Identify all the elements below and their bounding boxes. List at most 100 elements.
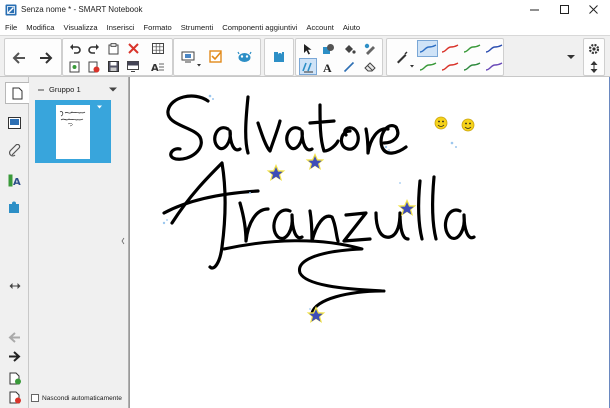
toolbar-more-button[interactable] xyxy=(565,48,577,65)
next-page-button[interactable] xyxy=(37,49,55,66)
delete-button[interactable] xyxy=(124,40,142,57)
menu-file[interactable]: File xyxy=(5,23,17,32)
tab-attachments[interactable] xyxy=(4,139,25,161)
toggle-sidebar-side-button[interactable] xyxy=(4,275,25,297)
activity-builder-button[interactable] xyxy=(207,48,225,65)
maximize-icon xyxy=(560,5,569,14)
menu-componenti-aggiuntivi[interactable]: Componenti aggiuntivi xyxy=(222,23,297,32)
autohide-checkbox[interactable] xyxy=(31,394,39,402)
pen-style-1[interactable] xyxy=(417,40,438,57)
edit-group: A xyxy=(62,38,173,76)
pen-style-8[interactable] xyxy=(483,58,504,75)
redo-button[interactable] xyxy=(85,40,103,57)
pen-style-2[interactable] xyxy=(439,40,460,57)
autohide-option[interactable]: Nascondi automaticamente xyxy=(31,394,122,402)
panel-resize-handle[interactable] xyxy=(121,237,125,245)
close-button[interactable] xyxy=(580,0,608,20)
sidebar-tab-bar: A xyxy=(0,77,29,408)
pen-style-6[interactable] xyxy=(439,58,460,75)
add-ons-button[interactable] xyxy=(235,48,253,65)
pen-style-7[interactable] xyxy=(461,58,482,75)
pens-tool-button[interactable] xyxy=(361,40,379,57)
shapes-tool-button[interactable] xyxy=(319,40,337,57)
add-page-icon xyxy=(9,372,21,384)
tab-gallery[interactable] xyxy=(4,112,25,134)
pen-tool-button[interactable] xyxy=(299,58,317,75)
move-toolbar-icon xyxy=(590,60,598,73)
page-group-label: Gruppo 1 xyxy=(49,85,81,94)
delete-page-button[interactable] xyxy=(85,58,103,75)
insert-table-button[interactable] xyxy=(149,40,167,57)
menu-aiuto[interactable]: Aiuto xyxy=(343,23,360,32)
previous-page-button[interactable] xyxy=(10,49,28,66)
save-button[interactable] xyxy=(104,58,122,75)
main-toolbar: A A xyxy=(0,35,610,77)
sparkle-dots xyxy=(162,94,457,310)
select-tool-button[interactable] xyxy=(299,40,317,57)
line-icon xyxy=(343,61,355,72)
group-collapse-icon[interactable] xyxy=(38,88,44,92)
blue-pen-stroke-icon xyxy=(485,43,502,53)
pen-tool-icon xyxy=(302,62,313,72)
delete-page-icon xyxy=(9,391,21,403)
whiteboard-canvas[interactable] xyxy=(129,77,610,408)
fill-tool-button[interactable] xyxy=(340,40,358,57)
menu-formato[interactable]: Formato xyxy=(143,23,171,32)
back-arrow-icon xyxy=(8,331,20,343)
customize-toolbar-button[interactable] xyxy=(585,40,603,57)
menu-strumenti[interactable]: Strumenti xyxy=(181,23,214,32)
delete-icon xyxy=(127,43,139,54)
minimize-button[interactable] xyxy=(521,0,549,20)
line-tool-button[interactable] xyxy=(340,58,358,75)
tab-add-ons[interactable] xyxy=(4,196,25,218)
chevron-down-icon[interactable] xyxy=(109,87,117,92)
page-thumbnail-selected[interactable] xyxy=(35,100,111,163)
chevron-down-icon xyxy=(197,64,201,67)
menu-inserisci[interactable]: Inserisci xyxy=(107,23,135,32)
menu-account[interactable]: Account xyxy=(306,23,333,32)
pen-style-4[interactable] xyxy=(483,40,504,57)
handwriting-aranzulla[interactable] xyxy=(162,161,476,270)
menu-visualizza[interactable]: Visualizza xyxy=(64,23,98,32)
response-button[interactable] xyxy=(270,48,288,65)
tab-properties[interactable]: A xyxy=(4,169,25,191)
star-sticker[interactable] xyxy=(266,164,286,181)
sorter-next-page-button[interactable] xyxy=(4,345,25,367)
sorter-delete-page-button[interactable] xyxy=(4,386,25,408)
double-arrow-icon xyxy=(9,283,20,289)
green-pen-stroke-icon xyxy=(463,61,480,71)
paste-button[interactable] xyxy=(104,40,122,57)
text-tool-button[interactable]: A xyxy=(319,58,337,75)
undo-button[interactable] xyxy=(66,40,84,57)
back-arrow-icon xyxy=(12,51,25,64)
red-pen-stroke-icon xyxy=(441,43,458,53)
document-camera-button[interactable] xyxy=(177,48,201,67)
screen-capture-button[interactable] xyxy=(66,58,84,75)
maximize-button[interactable] xyxy=(551,0,579,20)
pens-icon xyxy=(364,43,375,55)
text-icon: A xyxy=(323,61,332,73)
star-sticker[interactable] xyxy=(305,153,325,170)
svg-text:A: A xyxy=(13,177,21,187)
handwriting-flourish[interactable] xyxy=(222,239,386,315)
handwriting-salvatore[interactable] xyxy=(166,94,408,161)
text-recognition-button[interactable]: A xyxy=(149,58,167,75)
pen-style-5[interactable] xyxy=(417,58,438,75)
magic-pen-button[interactable] xyxy=(393,48,414,68)
tab-page-sorter[interactable] xyxy=(5,82,29,104)
thumbnail-menu-icon[interactable] xyxy=(97,105,102,109)
smiley-sticker[interactable] xyxy=(461,118,475,132)
smiley-sticker[interactable] xyxy=(434,116,448,130)
undo-icon xyxy=(70,44,81,54)
purple-pen-stroke-icon xyxy=(485,61,502,71)
eraser-tool-button[interactable] xyxy=(361,58,379,75)
window-title: Senza nome * - SMART Notebook xyxy=(21,5,143,14)
screen-shade-button[interactable] xyxy=(124,58,142,75)
fill-icon xyxy=(344,44,356,54)
toolbar-position-button[interactable] xyxy=(585,58,603,75)
magic-pen-icon xyxy=(397,51,408,63)
menu-modifica[interactable]: Modifica xyxy=(26,23,54,32)
pen-style-3[interactable] xyxy=(461,40,482,57)
activity-builder-icon xyxy=(209,50,222,63)
table-icon xyxy=(152,43,164,54)
